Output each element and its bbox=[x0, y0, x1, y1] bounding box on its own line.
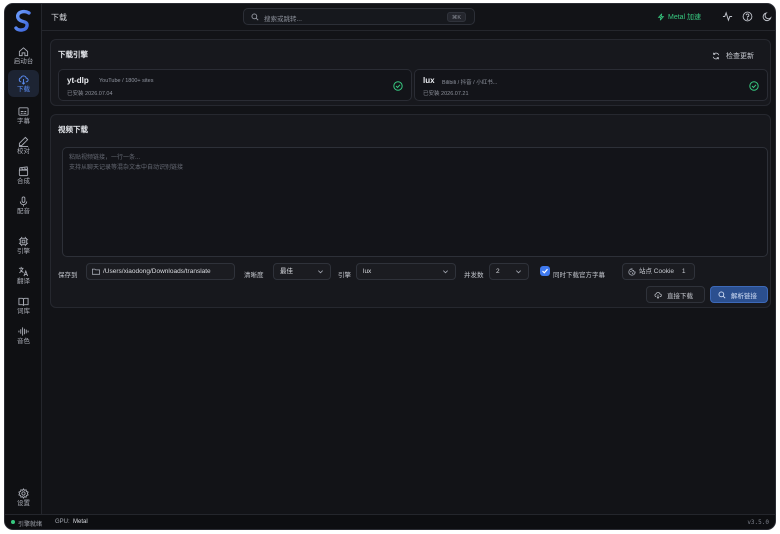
gpu-value: Metal bbox=[73, 519, 88, 525]
check-circle-icon bbox=[749, 81, 759, 91]
download-card-title: 视频下载 bbox=[58, 125, 88, 134]
sidebar-item-settings[interactable]: 设置 bbox=[8, 484, 39, 511]
cloud-download-icon bbox=[654, 291, 662, 299]
sidebar-item-compose[interactable]: 合成 bbox=[8, 162, 39, 189]
page-title: 下载 bbox=[51, 13, 67, 22]
save-to-label: 保存到 bbox=[58, 272, 78, 279]
check-update-label: 检查更新 bbox=[726, 53, 754, 60]
cookie-icon bbox=[628, 268, 636, 276]
official-subs-label: 同时下载官方字幕 bbox=[553, 272, 605, 279]
chip-icon bbox=[18, 236, 29, 246]
sidebar-item-translate[interactable]: 翻译 bbox=[8, 262, 39, 289]
sidebar-item-download[interactable]: 下载 bbox=[8, 70, 39, 97]
site-cookie-button[interactable]: 站点 Cookie 1 bbox=[622, 263, 695, 280]
engine-name: yt-dlp bbox=[67, 76, 89, 85]
sidebar-item-label: 配音 bbox=[17, 207, 30, 215]
home-icon bbox=[18, 46, 29, 56]
direct-download-button[interactable]: 直接下载 bbox=[646, 286, 705, 303]
engine-card-ytdlp[interactable]: yt-dlp YouTube / 1800+ sites 已安装 2026.07… bbox=[58, 69, 412, 101]
engine-card-lux[interactable]: lux Bilibili / 抖音 / 小红书... 已安装 2026.07.2… bbox=[414, 69, 768, 101]
concurrency-select[interactable]: 2 bbox=[489, 263, 529, 280]
sidebar-item-voices[interactable]: 音色 bbox=[8, 322, 39, 349]
checkmark-icon bbox=[542, 268, 548, 274]
official-subs-checkbox[interactable] bbox=[540, 266, 550, 276]
sidebar-item-label: 字幕 bbox=[17, 117, 30, 125]
links-textarea[interactable] bbox=[62, 147, 768, 257]
engine-desc: Bilibili / 抖音 / 小红书... bbox=[442, 80, 498, 86]
concurrency-label: 并发数 bbox=[464, 272, 484, 279]
sidebar-item-label: 引擎 bbox=[17, 247, 30, 255]
titlebar: 下载 搜索或跳转... ⌘K Metal 加速 bbox=[42, 4, 775, 31]
sidebar-item-glossary[interactable]: 词库 bbox=[8, 292, 39, 319]
sidebar-item-label: 音色 bbox=[17, 337, 30, 345]
quality-label: 清晰度 bbox=[244, 272, 264, 279]
search-icon bbox=[251, 13, 259, 21]
bolt-icon bbox=[657, 13, 665, 21]
moon-icon[interactable] bbox=[762, 11, 773, 22]
site-cookie-label: 站点 Cookie bbox=[639, 268, 675, 275]
check-circle-icon bbox=[393, 81, 403, 91]
folder-icon bbox=[92, 268, 100, 275]
parse-links-label: 解析链接 bbox=[731, 292, 757, 300]
gear-icon bbox=[18, 487, 29, 499]
refresh-icon bbox=[712, 52, 720, 60]
microphone-icon bbox=[19, 196, 28, 207]
engine-installed: 已安装 2026.07.21 bbox=[423, 91, 469, 97]
engine-select[interactable]: lux bbox=[356, 263, 456, 280]
engine-status: 引擎就绪 bbox=[18, 522, 43, 528]
sidebar-item-label: 启动台 bbox=[13, 57, 34, 65]
direct-download-label: 直接下载 bbox=[667, 292, 693, 300]
sidebar: 启动台 下载 字幕 校对 合成 配音 引擎 翻译 词库 音色 设置 bbox=[5, 4, 42, 516]
chevron-down-icon bbox=[443, 270, 448, 274]
chevron-down-icon bbox=[318, 270, 323, 274]
quality-select[interactable]: 最佳 bbox=[273, 263, 331, 280]
metal-acceleration[interactable]: Metal 加速 bbox=[657, 12, 701, 22]
help-icon[interactable] bbox=[742, 11, 753, 22]
app-logo bbox=[14, 9, 31, 32]
engine-label: 引擎 bbox=[338, 272, 351, 279]
search-box[interactable]: 搜索或跳转... ⌘K bbox=[243, 8, 475, 25]
sidebar-item-subtitles[interactable]: 字幕 bbox=[8, 102, 39, 129]
search-icon bbox=[718, 291, 726, 299]
cloud-download-icon bbox=[18, 75, 29, 85]
parse-links-button[interactable]: 解析链接 bbox=[710, 286, 768, 303]
search-placeholder: 搜索或跳转... bbox=[264, 16, 302, 23]
app-version: v3.5.0 bbox=[747, 519, 769, 526]
sidebar-item-launchpad[interactable]: 启动台 bbox=[8, 42, 39, 69]
metal-label: Metal 加速 bbox=[668, 14, 702, 21]
engine-desc: YouTube / 1800+ sites bbox=[99, 78, 154, 84]
sidebar-item-label: 下载 bbox=[17, 85, 30, 93]
save-path-value: /Users/xiaodong/Downloads/translate bbox=[103, 268, 211, 275]
quality-value: 最佳 bbox=[280, 268, 293, 275]
search-shortcut: ⌘K bbox=[446, 12, 466, 22]
engine-name: lux bbox=[423, 76, 435, 85]
app-window: 启动台 下载 字幕 校对 合成 配音 引擎 翻译 词库 音色 设置 下载 搜索或… bbox=[4, 3, 776, 530]
subtitles-icon bbox=[18, 107, 29, 116]
cookie-count-badge: 1 bbox=[681, 268, 686, 275]
sidebar-item-label: 翻译 bbox=[17, 277, 30, 285]
chevron-down-icon bbox=[516, 270, 521, 274]
pen-icon bbox=[18, 136, 29, 147]
engine-installed: 已安装 2026.07.04 bbox=[67, 91, 113, 97]
engine-value: lux bbox=[363, 268, 372, 275]
sidebar-item-label: 词库 bbox=[17, 307, 30, 315]
sidebar-item-label: 设置 bbox=[17, 499, 30, 507]
check-update-button[interactable]: 检查更新 bbox=[712, 51, 754, 61]
sidebar-item-engine[interactable]: 引擎 bbox=[8, 232, 39, 259]
activity-icon[interactable] bbox=[722, 11, 733, 22]
gpu-label: GPU: bbox=[55, 519, 70, 525]
waveform-icon bbox=[18, 327, 29, 336]
status-bar: 引擎就绪 GPU: Metal v3.5.0 bbox=[5, 514, 775, 529]
sidebar-item-label: 校对 bbox=[17, 147, 30, 155]
save-path-field[interactable]: /Users/xiaodong/Downloads/translate bbox=[86, 263, 235, 280]
sidebar-item-dubbing[interactable]: 配音 bbox=[8, 192, 39, 219]
sidebar-item-proofread[interactable]: 校对 bbox=[8, 132, 39, 159]
sidebar-item-label: 合成 bbox=[17, 177, 30, 185]
clapperboard-icon bbox=[18, 166, 29, 176]
book-icon bbox=[18, 297, 29, 306]
engines-card-title: 下载引擎 bbox=[58, 50, 88, 59]
translate-icon bbox=[18, 266, 29, 276]
status-dot bbox=[11, 520, 15, 524]
concurrency-value: 2 bbox=[496, 268, 500, 275]
